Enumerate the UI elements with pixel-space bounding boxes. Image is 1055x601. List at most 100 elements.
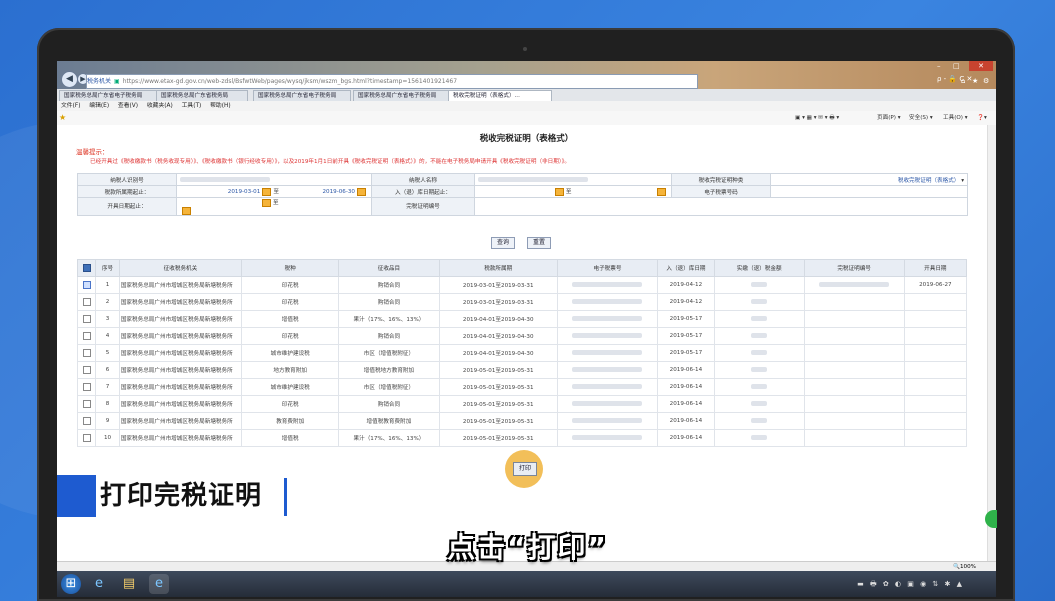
folder-icon[interactable]: ▤ bbox=[119, 574, 139, 594]
maximize-icon[interactable]: □ bbox=[953, 61, 960, 71]
row-period: 2019-04-01至2019-04-30 bbox=[438, 344, 558, 362]
menu-tools[interactable]: 工具(T) bbox=[182, 103, 202, 109]
command-page[interactable]: 页面(P) ▾ bbox=[877, 113, 901, 123]
star-icon[interactable]: ★ bbox=[972, 76, 978, 86]
row-ticket bbox=[556, 310, 659, 328]
help-icon[interactable]: ❓▾ bbox=[977, 113, 987, 123]
checkbox[interactable] bbox=[76, 361, 97, 379]
row-ticket bbox=[556, 395, 659, 413]
row-issued bbox=[903, 429, 968, 447]
checkbox[interactable] bbox=[76, 327, 97, 345]
table-row[interactable]: 4 国家税务总局广州市增城区税务局新塘税务所 印花税 购销合同 2019-04-01至2… bbox=[76, 327, 968, 345]
tab-4[interactable]: 国家税务总局广东省电子税务局 bbox=[353, 90, 451, 101]
close-window-icon[interactable]: ✕ bbox=[969, 61, 993, 71]
gear-icon[interactable]: ⚙ bbox=[983, 76, 989, 86]
address-site: 税务机关 bbox=[87, 78, 112, 85]
table-row[interactable]: 2 国家税务总局广州市增城区税务局新塘税务所 印花税 购销合同 2019-03-01至2… bbox=[76, 293, 968, 311]
row-checkbox[interactable] bbox=[82, 298, 91, 306]
favorites-icon[interactable]: ★ bbox=[59, 113, 66, 122]
table-row[interactable]: 8 国家税务总局广州市增城区税务局新塘税务所 印花税 购销合同 2019-05-01至2… bbox=[76, 395, 968, 413]
command-icons[interactable]: ▣ ▾ ▦ ▾ ✉ ▾ 🖶 ▾ bbox=[795, 113, 839, 123]
ie-active-icon[interactable]: e bbox=[149, 574, 169, 594]
command-bar: ★ ▣ ▾ ▦ ▾ ✉ ▾ 🖶 ▾ 页面(P) ▾ 安全(S) ▾ 工具(O) … bbox=[57, 111, 996, 126]
checkbox[interactable] bbox=[76, 412, 97, 430]
redacted-value bbox=[751, 333, 768, 338]
row-office: 国家税务总局广州市增城区税务局新塘税务所 bbox=[118, 327, 243, 345]
row-checkbox[interactable] bbox=[82, 417, 91, 425]
scrollbar[interactable] bbox=[987, 125, 996, 571]
checkbox[interactable] bbox=[76, 310, 97, 328]
query-button[interactable]: 查询 bbox=[491, 237, 516, 249]
select-all-checkbox[interactable] bbox=[82, 264, 91, 272]
calendar-icon[interactable] bbox=[554, 187, 564, 196]
tab-2[interactable]: 国家税务总局广东省税务局 bbox=[156, 90, 248, 101]
calendar-icon[interactable] bbox=[262, 198, 271, 207]
col-amount: 实缴（退）税金额 bbox=[713, 259, 805, 277]
tab-3[interactable]: 国家税务总局广东省电子税务局 bbox=[253, 90, 351, 101]
print-button[interactable]: 打印 bbox=[513, 462, 537, 476]
menu-edit[interactable]: 编辑(E) bbox=[89, 103, 109, 109]
col-date: 入（退）库日期 bbox=[657, 259, 715, 277]
period-start-input[interactable]: 2019-03-01 bbox=[228, 189, 261, 195]
reset-button[interactable]: 重置 bbox=[527, 237, 552, 249]
col-issued: 开具日期 bbox=[903, 259, 968, 277]
row-ticket bbox=[556, 344, 659, 362]
select-all-header[interactable] bbox=[76, 259, 97, 277]
system-tray[interactable]: ▬ 🖶 ✿ ◐ ▣ ◉ ⇅ ✱ ▲ bbox=[857, 580, 964, 591]
row-date: 2019-06-14 bbox=[657, 361, 715, 379]
calendar-icon[interactable] bbox=[357, 187, 366, 196]
cert-no-input[interactable] bbox=[474, 197, 968, 216]
calendar-icon[interactable] bbox=[262, 187, 272, 196]
checkbox[interactable] bbox=[76, 395, 97, 413]
home-icon[interactable]: ⌂ bbox=[961, 76, 965, 86]
checkbox[interactable] bbox=[76, 293, 97, 311]
tab-1[interactable]: 国家税务总局广东省电子税务局 bbox=[59, 90, 159, 101]
checkbox[interactable] bbox=[76, 378, 97, 396]
taskbar: ⊞ e ▤ e ▬ 🖶 ✿ ◐ ▣ ◉ ⇅ ✱ ▲ bbox=[57, 571, 996, 597]
minimize-icon[interactable]: – bbox=[937, 61, 941, 71]
command-tools[interactable]: 工具(O) ▾ bbox=[943, 113, 968, 123]
back-icon[interactable]: ◀ bbox=[61, 71, 78, 88]
cert-type-select[interactable]: 税收完税证明（表格式） ▾ bbox=[770, 173, 968, 186]
row-date: 2019-05-17 bbox=[657, 327, 715, 345]
checkbox[interactable] bbox=[76, 276, 97, 294]
table-row[interactable]: 6 国家税务总局广州市增城区税务局新塘税务所 地方教育附加 增值税地方教育附加 2019… bbox=[76, 361, 968, 379]
row-checkbox[interactable] bbox=[82, 281, 91, 289]
cert-no-label: 完税证明编号 bbox=[371, 197, 475, 216]
row-checkbox[interactable] bbox=[82, 349, 91, 357]
table-row[interactable]: 1 国家税务总局广州市增城区税务局新塘税务所 印花税 购销合同 2019-03-01至2… bbox=[76, 276, 968, 294]
table-row[interactable]: 9 国家税务总局广州市增城区税务局新塘税务所 教育费附加 增值税教育费附加 2019-0… bbox=[76, 412, 968, 430]
tab-active[interactable]: 税收完税证明（表格式）... bbox=[448, 90, 552, 101]
ticket-no-input[interactable] bbox=[770, 185, 968, 198]
address-actions[interactable]: ρ - 🔒 C ✕ bbox=[937, 75, 972, 83]
menu-file[interactable]: 文件(F) bbox=[61, 103, 80, 109]
calendar-icon[interactable] bbox=[182, 206, 191, 215]
table-row[interactable]: 3 国家税务总局广州市增城区税务局新塘税务所 增值税 果汁（17%、16%、13%） 2… bbox=[76, 310, 968, 328]
period-end-input[interactable]: 2019-06-30 bbox=[322, 189, 355, 195]
command-safety[interactable]: 安全(S) ▾ bbox=[909, 113, 933, 123]
row-checkbox[interactable] bbox=[82, 400, 91, 408]
row-item: 增值税教育费附加 bbox=[338, 412, 440, 430]
row-checkbox[interactable] bbox=[82, 366, 91, 374]
checkbox[interactable] bbox=[76, 344, 97, 362]
ie-icon[interactable]: e bbox=[89, 574, 109, 594]
menu-favorites[interactable]: 收藏夹(A) bbox=[147, 103, 173, 109]
calendar-icon[interactable] bbox=[657, 187, 666, 196]
row-amount bbox=[713, 344, 805, 362]
address-bar[interactable]: 税务机关 ▣ https://www.etax-gd.gov.cn/web-zdsl… bbox=[86, 74, 698, 89]
start-icon[interactable]: ⊞ bbox=[61, 574, 81, 594]
row-checkbox[interactable] bbox=[82, 332, 91, 340]
table-row[interactable]: 7 国家税务总局广州市增城区税务局新塘税务所 城市维护建设税 市区（增值税附征） 201… bbox=[76, 378, 968, 396]
checkbox[interactable] bbox=[76, 429, 97, 447]
issue-date-range: 至 bbox=[176, 197, 372, 216]
menu-help[interactable]: 帮助(H) bbox=[210, 103, 230, 109]
table-row[interactable]: 5 国家税务总局广州市增城区税务局新塘税务所 城市维护建设税 市区（增值税附征） 201… bbox=[76, 344, 968, 362]
row-checkbox[interactable] bbox=[82, 383, 91, 391]
row-checkbox[interactable] bbox=[82, 315, 91, 323]
row-checkbox[interactable] bbox=[82, 434, 91, 442]
table-row[interactable]: 10 国家税务总局广州市增城区税务局新塘税务所 增值税 果汁（17%、16%、13%）… bbox=[76, 429, 968, 447]
col-item: 征收品目 bbox=[338, 259, 440, 277]
row-amount bbox=[713, 378, 805, 396]
row-cert-no bbox=[803, 293, 905, 311]
menu-view[interactable]: 查看(V) bbox=[118, 103, 138, 109]
